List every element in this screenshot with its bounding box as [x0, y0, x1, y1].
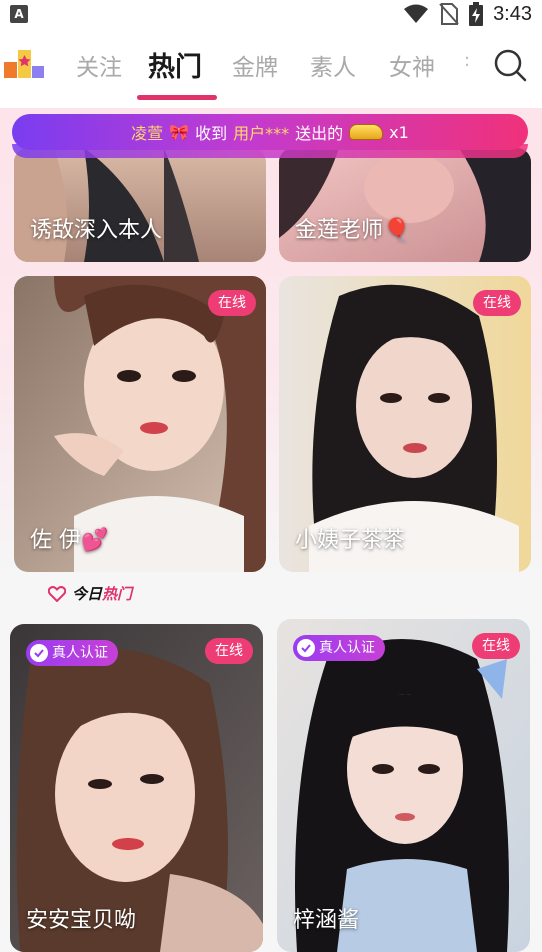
tab-overflow-hint: :	[464, 50, 471, 71]
no-sim-icon	[439, 3, 459, 25]
online-badge: 在线	[205, 638, 253, 664]
battery-charging-icon	[469, 2, 484, 26]
verified-label: 真人认证	[52, 645, 108, 661]
heart-icon	[48, 585, 66, 602]
today-hot-prefix: 今日	[72, 585, 103, 603]
tab-hot[interactable]: 热门	[148, 45, 202, 84]
streamer-name: 佐 伊💕	[30, 528, 109, 553]
clock: 3:43	[493, 2, 532, 25]
streamer-card-3[interactable]: 在线 佐 伊💕	[14, 276, 266, 572]
gift-banner[interactable]: 凌萱 🎀 收到 用户*** 送出的 x1	[12, 114, 528, 150]
gift-receiver: 用户***	[233, 124, 290, 143]
gift-count: x1	[389, 122, 409, 142]
streamer-photo	[279, 148, 531, 262]
streamer-name: 梓涵酱	[293, 908, 360, 933]
gift-bow-icon: 🎀	[169, 122, 190, 142]
streamer-name: 小姨子茶茶	[295, 528, 406, 553]
streamer-name: 诱敌深入本人	[30, 218, 163, 243]
gift-sender: 凌萱	[131, 124, 164, 143]
tab-goddess[interactable]: 女神	[389, 48, 435, 82]
streamer-card-5[interactable]: 真人认证 在线 安安宝贝呦	[10, 624, 263, 952]
status-bar: A 3:43	[0, 0, 542, 28]
sports-car-icon	[349, 124, 384, 140]
status-right: 3:43	[403, 2, 532, 26]
app-logo-icon[interactable]	[2, 46, 46, 82]
tab-follow[interactable]: 关注	[76, 48, 122, 82]
verified-badge: 真人认证	[293, 635, 385, 661]
tab-amateur[interactable]: 素人	[310, 48, 356, 82]
verified-label: 真人认证	[319, 640, 375, 656]
verified-check-icon	[297, 639, 315, 657]
verified-badge: 真人认证	[26, 640, 118, 666]
search-icon[interactable]	[492, 47, 528, 83]
streamer-name: 安安宝贝呦	[26, 908, 137, 933]
tab-indicator	[137, 95, 217, 100]
today-hot-word: 热门	[102, 585, 133, 603]
streamer-card-4[interactable]: 在线 小姨子茶茶	[279, 276, 531, 572]
streamer-name: 金莲老师🎈	[295, 218, 411, 243]
feed[interactable]: 诱敌深入本人 金莲老师🎈 凌萱 🎀 收到 用户*** 送出的 x1 在线 佐 伊…	[0, 108, 542, 952]
online-badge: 在线	[208, 290, 256, 316]
tab-gold[interactable]: 金牌	[232, 48, 278, 82]
top-nav: 关注 热门 金牌 素人 女神 :	[0, 36, 542, 100]
verified-check-icon	[30, 644, 48, 662]
online-badge: 在线	[473, 290, 521, 316]
today-hot-label: 今日 热门	[48, 583, 132, 604]
gift-action: 送出的	[295, 124, 344, 143]
status-left: A	[10, 5, 28, 23]
streamer-card-1[interactable]: 诱敌深入本人	[14, 148, 266, 262]
online-badge: 在线	[472, 633, 520, 659]
streamer-card-6[interactable]: 真人认证 在线 梓涵酱	[277, 619, 530, 952]
notification-a-icon: A	[10, 5, 28, 23]
streamer-photo	[14, 148, 266, 262]
wifi-icon	[404, 4, 429, 23]
gift-verb: 收到	[195, 124, 228, 143]
streamer-card-2[interactable]: 金莲老师🎈	[279, 148, 531, 262]
